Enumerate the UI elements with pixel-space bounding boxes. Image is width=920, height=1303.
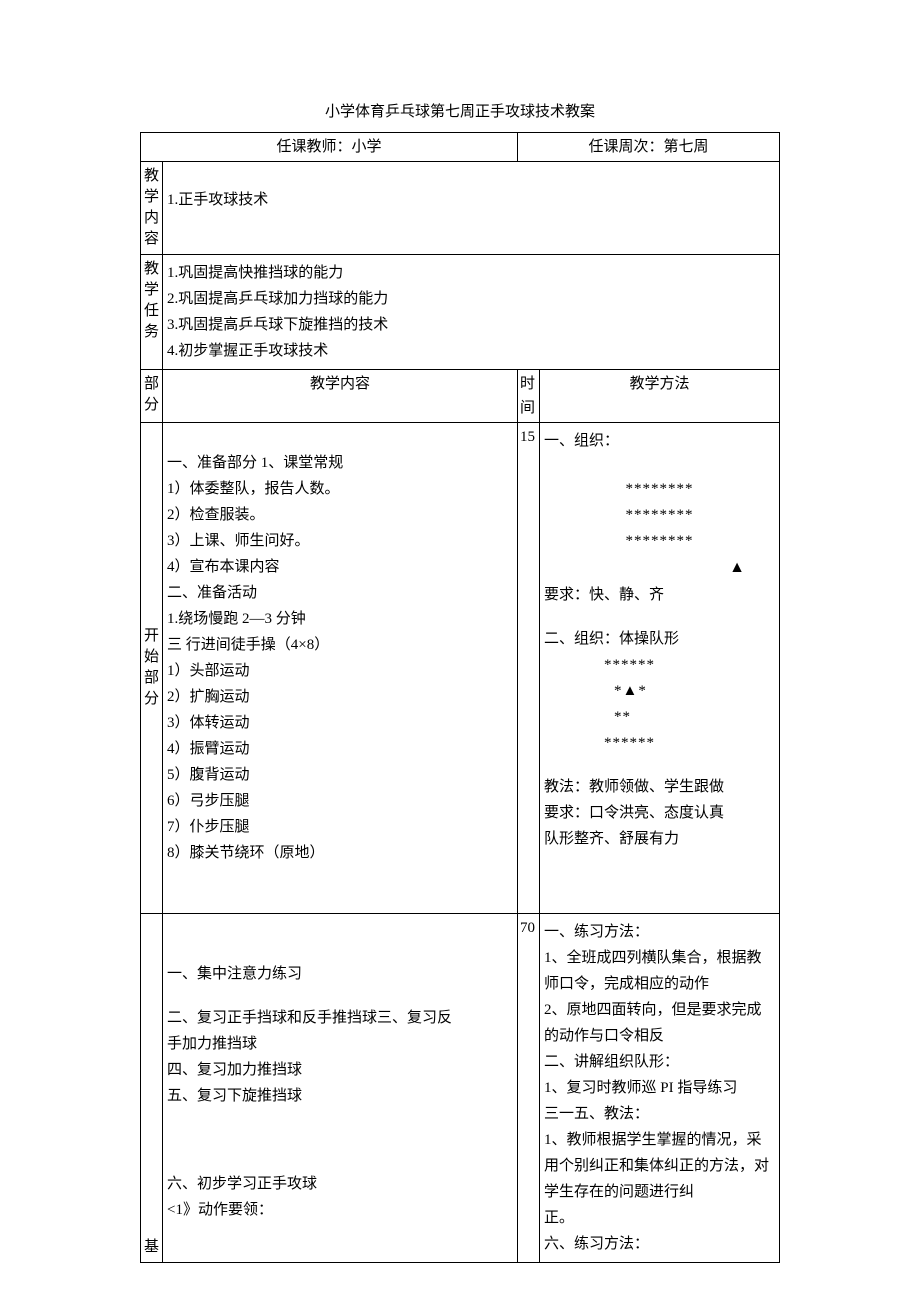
start-method: 一、组织： ******** ******** ******** ▲ 要求：快、… (539, 423, 779, 914)
col-method: 教学方法 (539, 370, 779, 423)
lesson-table: 任课教师：小学 任课周次：第七周 教学内容 1.正手攻球技术 教学任务 1.巩固… (140, 132, 780, 1263)
basic-method: 一、练习方法： 1、全班成四列横队集合，根据教 师口令，完成相应的动作 2、原地… (539, 914, 779, 1263)
method-line: 学生存在的问题进行纠 (544, 1180, 775, 1204)
method-line: 正。 (544, 1206, 775, 1230)
teach-content-row: 教学内容 1.正手攻球技术 (141, 162, 780, 255)
method-line: 用个别纠正和集体纠正的方法，对 (544, 1154, 775, 1178)
method-line: 要求：快、静、齐 (544, 583, 775, 607)
act-item: 1.绕场慢跑 2—3 分钟 (167, 607, 513, 631)
task-item: 1.巩固提高快推挡球的能力 (167, 261, 775, 285)
col-part: 部分 (141, 370, 163, 423)
prep-item: 2）检查服装。 (167, 503, 513, 527)
task-item: 4.初步掌握正手攻球技术 (167, 339, 775, 363)
method-line: 队形整齐、舒展有力 (544, 827, 775, 851)
col-time: 时间 (517, 370, 539, 423)
method-line: 一、组织： (544, 429, 775, 453)
method-line: 一、练习方法： (544, 920, 775, 944)
teach-task-label: 教学任务 (141, 255, 163, 370)
content-line: 二、复习正手挡球和反手推挡球三、复习反 (167, 1006, 513, 1030)
formation-stars: ******** (544, 477, 775, 501)
ex-item: 8）膝关节绕环（原地） (167, 841, 513, 865)
formation-stars: ******** (544, 503, 775, 527)
formation-stars: ** (544, 705, 775, 729)
vertical-label: 开始部分 (143, 626, 160, 710)
method-line: 2、原地四面转向，但是要求完成 (544, 998, 775, 1022)
method-line: 1、教师根据学生掌握的情况，采 (544, 1128, 775, 1152)
vertical-label: 教学任务 (143, 259, 160, 343)
ex-item: 4）振臂运动 (167, 737, 513, 761)
formation-stars: ****** (544, 653, 775, 677)
method-line: 师口令，完成相应的动作 (544, 972, 775, 996)
teach-task-row: 教学任务 1.巩固提高快推挡球的能力 2.巩固提高乒乓球加力挡球的能力 3.巩固… (141, 255, 780, 370)
content-line: 一、集中注意力练习 (167, 962, 513, 986)
act-title: 二、准备活动 (167, 581, 513, 605)
ex-item: 3）体转运动 (167, 711, 513, 735)
formation-stars: ****** (544, 731, 775, 755)
content-line: 六、初步学习正手攻球 (167, 1172, 513, 1196)
method-line: 1、全班成四列横队集合，根据教 (544, 946, 775, 970)
vertical-label: 教学内容 (143, 166, 160, 250)
task-item: 3.巩固提高乒乓球下旋推挡的技术 (167, 313, 775, 337)
method-line: 二、组织：体操队形 (544, 627, 775, 651)
basic-content: 一、集中注意力练习 二、复习正手挡球和反手推挡球三、复习反 手加力推挡球 四、复… (163, 914, 518, 1263)
prep-item: 4）宣布本课内容 (167, 555, 513, 579)
prep-item: 1）体委整队，报告人数。 (167, 477, 513, 501)
method-line: 二、讲解组织队形： (544, 1050, 775, 1074)
method-line: 三一五、教法： (544, 1102, 775, 1126)
start-part-row: 开始部分 一、准备部分 1、课堂常规 1）体委整队，报告人数。 2）检查服装。 … (141, 423, 780, 914)
vertical-label: 部分 (143, 374, 160, 416)
triangle-icon: ▲ (544, 555, 775, 581)
vertical-label: 时间 (520, 372, 537, 420)
ex-item: 2）扩胸运动 (167, 685, 513, 709)
ex-item: 1）头部运动 (167, 659, 513, 683)
ex-item: 5）腹背运动 (167, 763, 513, 787)
basic-part-row: 基 一、集中注意力练习 二、复习正手挡球和反手推挡球三、复习反 手加力推挡球 四… (141, 914, 780, 1263)
start-content: 一、准备部分 1、课堂常规 1）体委整队，报告人数。 2）检查服装。 3）上课、… (163, 423, 518, 914)
content-line: 四、复习加力推挡球 (167, 1058, 513, 1082)
teacher-cell: 任课教师：小学 (141, 133, 518, 162)
method-line: 要求：口令洪亮、态度认真 (544, 801, 775, 825)
ex-item: 6）弓步压腿 (167, 789, 513, 813)
content-line: 五、复习下旋推挡球 (167, 1084, 513, 1108)
act-item: 三 行进间徒手操（4×8） (167, 633, 513, 657)
method-line: 的动作与口令相反 (544, 1024, 775, 1048)
column-header-row: 部分 教学内容 时间 教学方法 (141, 370, 780, 423)
method-line: 教法：教师领做、学生跟做 (544, 775, 775, 799)
basic-part-label: 基 (141, 914, 163, 1263)
start-time: 15 (517, 423, 539, 914)
formation-stars: *▲* (544, 679, 775, 703)
col-content: 教学内容 (163, 370, 518, 423)
method-line: 六、练习方法： (544, 1232, 775, 1256)
week-cell: 任课周次：第七周 (517, 133, 779, 162)
start-part-label: 开始部分 (141, 423, 163, 914)
vertical-label: 基 (143, 1237, 160, 1258)
content-line: 手加力推挡球 (167, 1032, 513, 1056)
teach-content-label: 教学内容 (141, 162, 163, 255)
formation-stars: ******** (544, 529, 775, 553)
basic-time: 70 (517, 914, 539, 1263)
teach-content-value: 1.正手攻球技术 (163, 162, 780, 255)
method-line: 1、复习时教师巡 PI 指导练习 (544, 1076, 775, 1100)
prep-item: 3）上课、师生问好。 (167, 529, 513, 553)
teach-task-value: 1.巩固提高快推挡球的能力 2.巩固提高乒乓球加力挡球的能力 3.巩固提高乒乓球… (163, 255, 780, 370)
header-row: 任课教师：小学 任课周次：第七周 (141, 133, 780, 162)
page-title: 小学体育乒乓球第七周正手攻球技术教案 (140, 100, 780, 124)
ex-item: 7）仆步压腿 (167, 815, 513, 839)
prep-title: 一、准备部分 1、课堂常规 (167, 451, 513, 475)
content-line: <1》动作要领： (167, 1198, 513, 1222)
task-item: 2.巩固提高乒乓球加力挡球的能力 (167, 287, 775, 311)
